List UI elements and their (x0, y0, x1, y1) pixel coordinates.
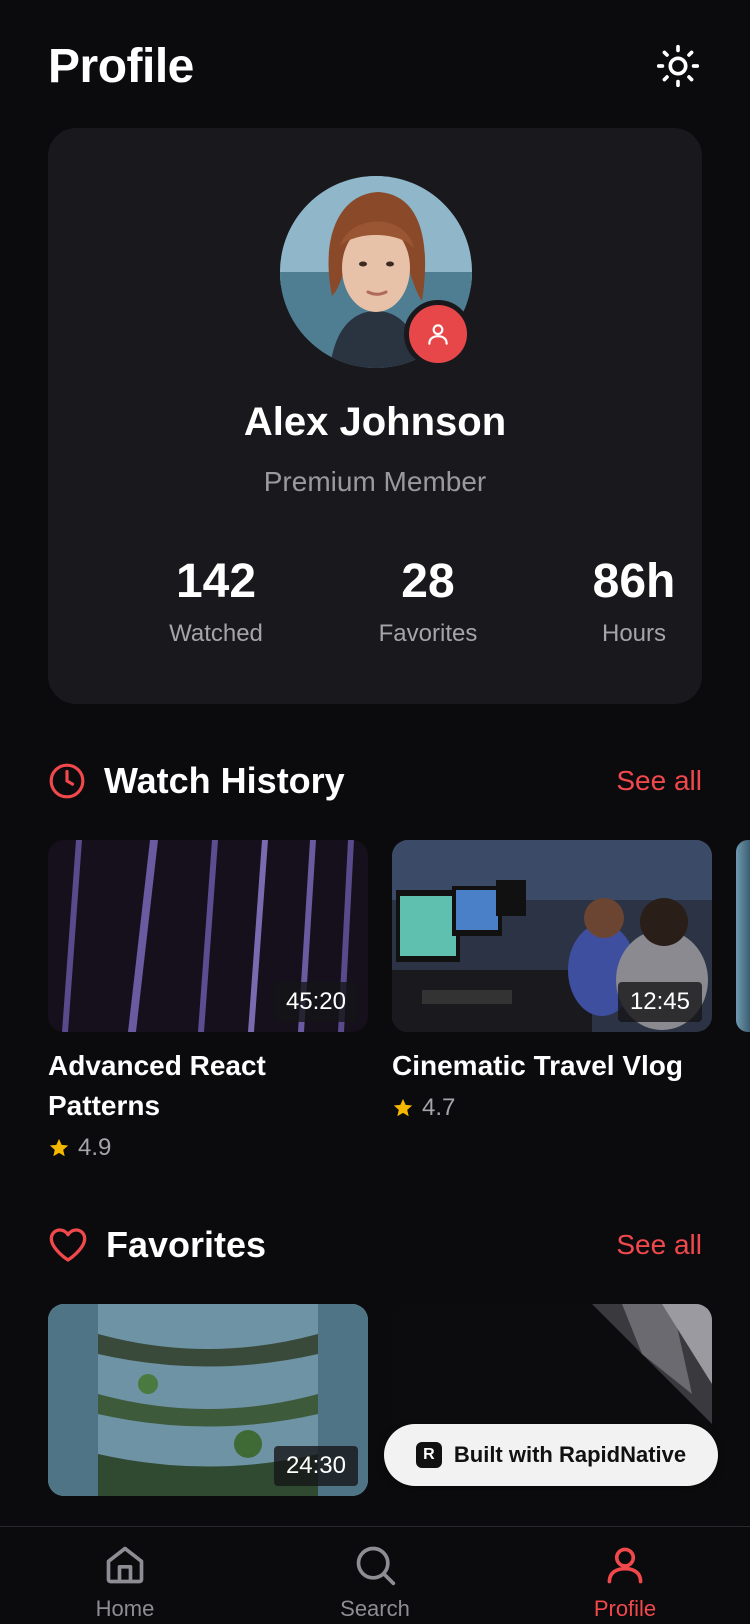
stat-value: 28 (401, 555, 455, 608)
video-card[interactable]: 24:30 (48, 1304, 368, 1496)
avatar-edit-badge[interactable] (404, 300, 472, 368)
duration-badge: 12:45 (617, 982, 702, 1022)
header: Profile (48, 36, 702, 96)
video-thumbnail-peek[interactable] (736, 840, 750, 1032)
tab-search[interactable]: Search (285, 1543, 465, 1622)
home-icon (106, 1546, 144, 1584)
rating: 4.9 (48, 1134, 368, 1162)
built-with-label: Built with RapidNative (453, 1442, 687, 1467)
sun-icon (656, 44, 700, 88)
profile-card: Alex Johnson Premium Member 142 Watched … (48, 128, 702, 704)
heart-icon (49, 1228, 87, 1262)
video-card[interactable]: 12:45 Cinematic Travel Vlog 4.7 (392, 840, 712, 1122)
membership-tier: Premium Member (263, 466, 487, 497)
clock-icon (49, 763, 85, 799)
rating: 4.7 (392, 1094, 712, 1122)
stat-label: Favorites (378, 620, 478, 647)
see-all-link[interactable]: See all (616, 765, 702, 797)
user-icon (607, 1547, 643, 1584)
avatar-container[interactable] (280, 176, 472, 368)
tab-label: Home (95, 1596, 155, 1621)
rapidnative-logo-icon: R (415, 1442, 442, 1468)
video-thumbnail[interactable]: 24:30 (48, 1304, 368, 1496)
user-name: Alex Johnson (243, 400, 507, 444)
stat-value: 142 (175, 555, 257, 608)
rating-value: 4.9 (78, 1134, 112, 1161)
video-thumbnail[interactable]: 12:45 (392, 840, 712, 1032)
video-thumbnail[interactable]: 45:20 (48, 840, 368, 1032)
video-card[interactable]: 45:20 Advanced React Patterns 4.9 (48, 840, 368, 1162)
video-title: Advanced React Patterns (48, 1050, 266, 1121)
theme-toggle-button[interactable] (654, 42, 702, 90)
rating-value: 4.7 (422, 1094, 456, 1121)
stat-label: Hours (601, 620, 667, 647)
section-title: Watch History (104, 760, 345, 801)
page-title: Profile (48, 39, 194, 93)
bottom-tab-bar: Home Search Profile (0, 1526, 750, 1624)
tab-label: Search (340, 1596, 410, 1621)
duration-badge: 45:20 (273, 982, 358, 1022)
favorites-header: Favorites See all (48, 1220, 702, 1270)
video-title: Cinematic Travel Vlog (392, 1050, 683, 1081)
stat-favorites: 28 Favorites (338, 554, 518, 648)
tab-label: Profile (593, 1596, 657, 1621)
built-with-badge[interactable]: R Built with RapidNative (384, 1424, 718, 1486)
stats-row: 142 Watched 28 Favorites 86h Hours (48, 554, 702, 664)
duration-badge: 24:30 (273, 1446, 358, 1486)
tab-profile[interactable]: Profile (535, 1543, 715, 1622)
user-icon (428, 324, 448, 345)
section-title: Favorites (106, 1224, 267, 1265)
stat-watched: 142 Watched (126, 554, 306, 648)
stat-value: 86h (592, 555, 676, 608)
stat-hours: 86h Hours (544, 554, 724, 648)
watch-history-header: Watch History See all (48, 756, 702, 806)
star-icon (49, 1138, 69, 1157)
tab-home[interactable]: Home (35, 1543, 215, 1622)
see-all-link[interactable]: See all (616, 1229, 702, 1261)
star-icon (393, 1098, 413, 1117)
stat-label: Watched (169, 620, 263, 647)
search-icon (356, 1546, 396, 1586)
